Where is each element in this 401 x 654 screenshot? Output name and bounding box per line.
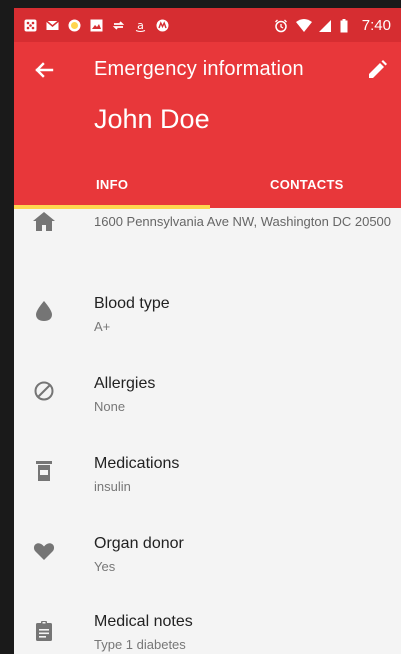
photo-icon bbox=[90, 19, 103, 32]
notification-icon bbox=[24, 19, 37, 32]
person-name: John Doe bbox=[94, 104, 210, 134]
tab-bar: INFO CONTACTS bbox=[14, 168, 401, 208]
medical-notes-row[interactable]: Medical notes Type 1 diabetes bbox=[14, 609, 401, 654]
app-header: a 7:40 Emergency information John Doe IN… bbox=[14, 8, 401, 208]
sync-icon bbox=[112, 19, 125, 32]
alarm-icon bbox=[274, 19, 287, 32]
medical-notes-value: Type 1 diabetes bbox=[94, 637, 186, 652]
wifi-icon bbox=[295, 18, 312, 32]
system-icons: 7:40 bbox=[274, 16, 391, 34]
pill-bottle-icon bbox=[36, 461, 52, 481]
heart-icon bbox=[33, 543, 55, 560]
motorola-icon bbox=[156, 19, 169, 32]
address-value: 1600 Pennsylvania Ave NW, Washington DC … bbox=[94, 214, 392, 229]
gmail-icon bbox=[46, 19, 59, 32]
phone-screen: a 7:40 Emergency information John Doe IN… bbox=[14, 8, 401, 654]
toolbar: Emergency information bbox=[14, 42, 401, 98]
svg-text:a: a bbox=[137, 19, 144, 32]
amazon-icon: a bbox=[134, 19, 147, 32]
allergies-label: Allergies bbox=[94, 375, 156, 392]
page-title: Emergency information bbox=[94, 58, 304, 80]
edit-button[interactable] bbox=[363, 56, 391, 84]
blood-type-row[interactable]: Blood type A+ bbox=[14, 289, 401, 349]
blood-type-label: Blood type bbox=[94, 295, 170, 312]
medications-row[interactable]: Medications insulin bbox=[14, 449, 401, 509]
allergies-row[interactable]: Allergies None bbox=[14, 369, 401, 429]
tab-contacts[interactable]: CONTACTS bbox=[270, 168, 344, 208]
organ-donor-row[interactable]: Organ donor Yes bbox=[14, 529, 401, 589]
back-button[interactable] bbox=[30, 56, 58, 84]
notification-icons: a bbox=[24, 17, 169, 33]
info-list: 1600 Pennsylvania Ave NW, Washington DC … bbox=[14, 209, 401, 654]
arrow-back-icon bbox=[35, 62, 54, 78]
home-icon bbox=[33, 212, 55, 231]
message-icon bbox=[68, 19, 81, 32]
battery-icon bbox=[340, 18, 353, 32]
medications-label: Medications bbox=[94, 455, 180, 472]
clipboard-icon bbox=[36, 621, 52, 641]
blood-type-value: A+ bbox=[94, 319, 111, 334]
allergies-value: None bbox=[94, 399, 126, 414]
signal-icon bbox=[318, 19, 331, 32]
pencil-icon bbox=[369, 60, 387, 78]
status-bar: a 7:40 bbox=[14, 8, 401, 42]
clock: 7:40 bbox=[361, 16, 391, 34]
organ-donor-value: Yes bbox=[94, 559, 116, 574]
medications-value: insulin bbox=[94, 479, 131, 494]
drop-icon bbox=[36, 301, 52, 321]
medical-notes-label: Medical notes bbox=[94, 613, 193, 630]
block-icon bbox=[34, 381, 54, 401]
address-row[interactable]: 1600 Pennsylvania Ave NW, Washington DC … bbox=[14, 209, 401, 265]
tab-info[interactable]: INFO bbox=[96, 168, 128, 208]
organ-donor-label: Organ donor bbox=[94, 535, 184, 552]
